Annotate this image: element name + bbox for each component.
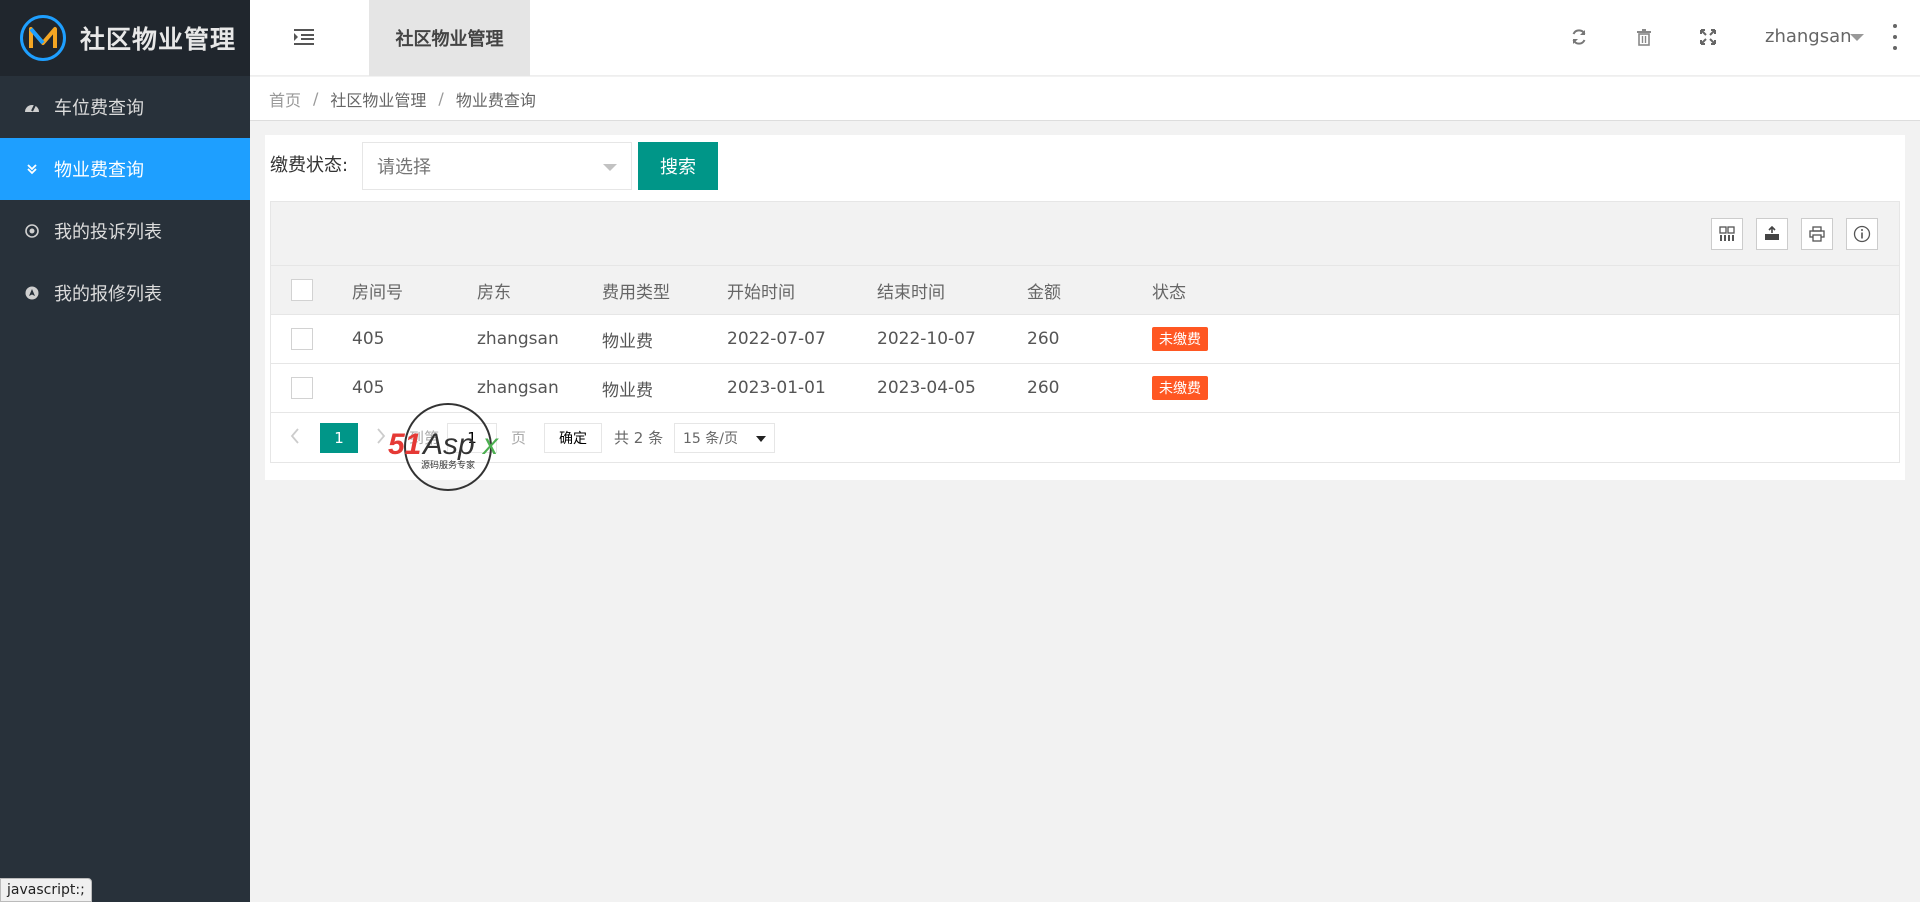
sidebar-item-complaints[interactable]: 我的投诉列表 [0, 200, 250, 262]
column-header-owner: 房东 [477, 282, 511, 303]
tab-community[interactable]: 社区物业管理 [369, 0, 530, 76]
export-icon[interactable] [1756, 218, 1788, 250]
trash-icon[interactable] [1633, 26, 1655, 48]
cell-room: 405 [352, 378, 385, 398]
page-label: 页 [511, 429, 527, 447]
breadcrumb: 首页 / 社区物业管理 / 物业费查询 [250, 77, 1920, 121]
target-icon [24, 223, 40, 239]
double-chevron-icon [24, 161, 40, 177]
row-checkbox[interactable] [291, 328, 313, 350]
navigation-icon [24, 285, 40, 301]
column-header-room: 房间号 [352, 282, 403, 303]
cell-start-time: 2023-01-01 [727, 378, 826, 398]
breadcrumb-community[interactable]: 社区物业管理 [330, 87, 426, 111]
goto-confirm-button[interactable]: 确定 [544, 423, 602, 453]
columns-icon[interactable] [1711, 218, 1743, 250]
sidebar-item-label: 我的投诉列表 [54, 222, 162, 243]
cell-amount: 260 [1027, 378, 1060, 398]
chevron-down-icon [603, 164, 617, 171]
sidebar-item-label: 物业费查询 [54, 160, 144, 181]
cell-start-time: 2022-07-07 [727, 329, 826, 349]
print-icon[interactable] [1801, 218, 1833, 250]
cell-owner: zhangsan [477, 329, 559, 349]
content-card: 缴费状态: 请选择 搜索 房间号 房东 费用类型 开始时间 结束时间 金额 状态… [265, 135, 1905, 480]
cell-room: 405 [352, 329, 385, 349]
menu-toggle-icon[interactable] [294, 28, 318, 48]
app-title: 社区物业管理 [80, 25, 237, 54]
table-row[interactable]: 405 zhangsan 物业费 2023-01-01 2023-04-05 2… [271, 364, 1899, 413]
table-header-row: 房间号 房东 费用类型 开始时间 结束时间 金额 状态 [271, 266, 1899, 315]
sidebar-item-property-fee[interactable]: 物业费查询 [0, 138, 250, 200]
breadcrumb-separator: / [313, 89, 319, 108]
column-header-end-time: 结束时间 [877, 282, 945, 303]
payment-status-label: 缴费状态: [270, 155, 349, 176]
page-size-select[interactable]: 15 条/页 [674, 423, 775, 453]
column-header-amount: 金额 [1027, 282, 1061, 303]
column-header-status: 状态 [1152, 282, 1186, 303]
table-toolbar [271, 202, 1899, 266]
goto-page-input[interactable] [447, 423, 497, 453]
logo-bar: 社区物业管理 [0, 0, 250, 76]
logo-icon [20, 15, 66, 61]
sidebar-item-label: 车位费查询 [54, 98, 144, 119]
total-count: 共 2 条 [614, 429, 664, 447]
select-placeholder: 请选择 [377, 157, 431, 178]
chevron-down-icon [756, 436, 766, 442]
sidebar-item-parking-fee[interactable]: 车位费查询 [0, 76, 250, 138]
sidebar: 社区物业管理 车位费查询 物业费查询 我的投诉列表 我的报修列表 javascr… [0, 0, 250, 902]
cell-amount: 260 [1027, 329, 1060, 349]
fee-table: 房间号 房东 费用类型 开始时间 结束时间 金额 状态 405 zhangsan… [270, 201, 1900, 463]
top-header: 社区物业管理 zhangsan [250, 0, 1920, 76]
fullscreen-icon[interactable] [1697, 26, 1719, 48]
refresh-icon[interactable] [1568, 26, 1590, 48]
column-header-fee-type: 费用类型 [602, 282, 670, 303]
breadcrumb-current: 物业费查询 [455, 90, 536, 110]
chevron-right-icon[interactable] [375, 427, 389, 447]
page-size-value: 15 条/页 [683, 431, 738, 447]
payment-status-select[interactable]: 请选择 [362, 142, 632, 190]
chevron-left-icon[interactable] [289, 427, 303, 447]
cell-owner: zhangsan [477, 378, 559, 398]
dashboard-icon [24, 99, 40, 115]
more-icon[interactable] [1890, 24, 1900, 50]
chevron-down-icon[interactable] [1850, 34, 1864, 41]
select-all-checkbox[interactable] [291, 279, 313, 301]
cell-fee-type: 物业费 [602, 331, 653, 352]
page-button-current[interactable]: 1 [320, 423, 358, 453]
cell-end-time: 2022-10-07 [877, 329, 976, 349]
breadcrumb-home[interactable]: 首页 [269, 87, 301, 111]
sidebar-item-label: 我的报修列表 [54, 284, 162, 305]
goto-label: 到第 [409, 429, 440, 447]
search-button[interactable]: 搜索 [638, 142, 718, 190]
pagination: 1 到第 页 确定 共 2 条 15 条/页 [271, 413, 1899, 461]
sidebar-item-repairs[interactable]: 我的报修列表 [0, 262, 250, 324]
user-menu[interactable]: zhangsan [1765, 26, 1852, 47]
status-badge: 未缴费 [1152, 327, 1208, 351]
status-bar-url: javascript:; [0, 878, 92, 902]
column-header-start-time: 开始时间 [727, 282, 795, 303]
breadcrumb-separator: / [438, 89, 444, 108]
status-badge: 未缴费 [1152, 376, 1208, 400]
info-icon[interactable] [1846, 218, 1878, 250]
row-checkbox[interactable] [291, 377, 313, 399]
cell-end-time: 2023-04-05 [877, 378, 976, 398]
table-row[interactable]: 405 zhangsan 物业费 2022-07-07 2022-10-07 2… [271, 315, 1899, 364]
cell-fee-type: 物业费 [602, 380, 653, 401]
